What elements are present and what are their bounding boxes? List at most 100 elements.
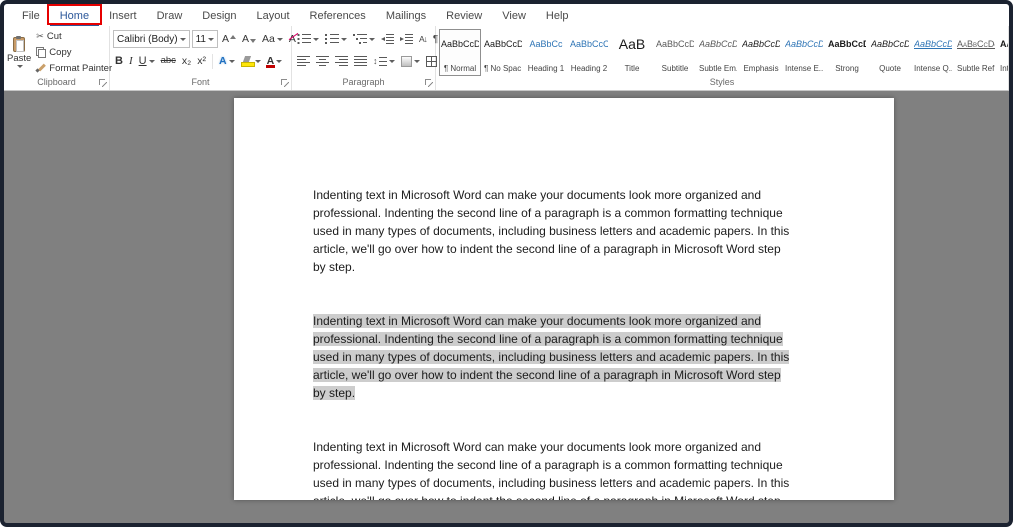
style-intense-reference[interactable]: AaBbCcDc Intense R... <box>998 29 1009 76</box>
style-preview: AaBbCcC <box>570 39 608 49</box>
line-spacing-button[interactable]: ↕ <box>371 56 397 67</box>
tab-insert[interactable]: Insert <box>99 7 147 26</box>
font-name-select[interactable]: Calibri (Body) <box>113 30 190 48</box>
superscript-icon: x² <box>197 54 206 67</box>
align-center-button[interactable] <box>314 55 331 67</box>
clipboard-dialog-launcher[interactable] <box>99 79 107 87</box>
tab-layout[interactable]: Layout <box>247 7 300 26</box>
style-name: Subtle Em... <box>699 64 737 73</box>
align-right-button[interactable] <box>333 55 350 67</box>
style-preview: AaBbCcDc <box>957 39 995 49</box>
style-title[interactable]: AaB Title <box>611 29 653 76</box>
italic-button[interactable]: I <box>127 55 135 68</box>
style-quote[interactable]: AaBbCcDc Quote <box>869 29 911 76</box>
clipboard-small-buttons: ✂ Cut Copy Format Painter <box>36 28 112 76</box>
italic-icon: I <box>128 54 133 67</box>
shading-button[interactable] <box>399 55 422 68</box>
document-page[interactable]: Indenting text in Microsoft Word can mak… <box>234 98 894 500</box>
subscript-button[interactable]: x₂ <box>180 55 193 68</box>
text-effects-icon: A <box>218 54 227 67</box>
tab-file[interactable]: File <box>12 7 50 26</box>
style-preview: AaBbCcD <box>656 39 694 49</box>
tab-review[interactable]: Review <box>436 7 492 26</box>
shrink-font-button[interactable]: A <box>240 33 258 46</box>
chevron-down-icon <box>388 59 395 63</box>
font-size-value: 11 <box>195 33 206 45</box>
highlighter-icon <box>240 56 255 67</box>
style-preview: AaBbCcDc <box>828 39 866 49</box>
tab-design[interactable]: Design <box>192 7 246 26</box>
cut-button[interactable]: ✂ Cut <box>36 30 112 43</box>
font-color-button[interactable]: A <box>265 55 285 68</box>
justify-button[interactable] <box>352 55 369 67</box>
underline-button[interactable]: U <box>137 55 157 68</box>
font-group: Calibri (Body) 11 A A Aa A B I U abc x₂ … <box>110 26 296 90</box>
text-highlight-button[interactable] <box>239 55 263 68</box>
strikethrough-icon: abc <box>160 55 176 67</box>
shading-icon <box>400 55 412 67</box>
paragraph-1-text: Indenting text in Microsoft Word can mak… <box>313 188 790 274</box>
paragraph-3-text: Indenting text in Microsoft Word can mak… <box>313 440 790 500</box>
style-strong[interactable]: AaBbCcDc Strong <box>826 29 868 76</box>
borders-icon <box>425 55 437 67</box>
copy-label: Copy <box>49 46 72 58</box>
style-heading-2[interactable]: AaBbCcC Heading 2 <box>568 29 610 76</box>
paragraph-3[interactable]: Indenting text in Microsoft Word can mak… <box>313 438 795 500</box>
style-name: Strong <box>835 64 859 73</box>
grow-font-button[interactable]: A <box>220 33 238 46</box>
style-emphasis[interactable]: AaBbCcDc Emphasis <box>740 29 782 76</box>
style-name: Heading 1 <box>527 64 565 73</box>
chevron-down-icon <box>148 59 155 63</box>
change-case-letters: Aa <box>262 32 275 45</box>
style-name: Intense R... <box>1000 64 1009 73</box>
sort-button[interactable]: A↓ <box>417 33 429 45</box>
tab-references[interactable]: References <box>300 7 376 26</box>
superscript-button[interactable]: x² <box>195 55 208 68</box>
document-canvas[interactable]: Indenting text in Microsoft Word can mak… <box>4 91 1009 523</box>
align-right-icon <box>335 56 348 66</box>
style-normal[interactable]: AaBbCcDc ¶ Normal <box>439 29 481 76</box>
font-size-select[interactable]: 11 <box>191 30 218 48</box>
line-spacing-arrow-icon: ↕ <box>373 55 378 66</box>
style-preview: AaBbCcDc <box>871 39 909 49</box>
text-effects-button[interactable]: A <box>217 55 237 68</box>
decrease-indent-button[interactable] <box>379 33 396 45</box>
arrow-down-icon <box>250 39 256 43</box>
tab-view[interactable]: View <box>492 7 536 26</box>
tab-help[interactable]: Help <box>536 7 579 26</box>
style-intense-emphasis[interactable]: AaBbCcDc Intense E... <box>783 29 825 76</box>
change-case-button[interactable]: Aa <box>260 33 285 46</box>
tab-mailings[interactable]: Mailings <box>376 7 436 26</box>
style-name: Intense Q... <box>914 64 952 73</box>
increase-indent-button[interactable] <box>398 33 415 45</box>
bold-icon: B <box>115 54 123 67</box>
align-left-button[interactable] <box>295 55 312 67</box>
style-no-spacing[interactable]: AaBbCcDc ¶ No Spac... <box>482 29 524 76</box>
tab-draw[interactable]: Draw <box>147 7 193 26</box>
multilevel-list-button[interactable] <box>351 33 377 45</box>
font-dialog-launcher[interactable] <box>281 79 289 87</box>
chevron-down-icon <box>313 37 319 41</box>
paragraph-dialog-launcher[interactable] <box>425 79 433 87</box>
style-subtitle[interactable]: AaBbCcD Subtitle <box>654 29 696 76</box>
style-name: Intense E... <box>785 64 823 73</box>
style-intense-quote[interactable]: AaBbCcDc Intense Q... <box>912 29 954 76</box>
paste-button[interactable]: Paste <box>7 28 31 76</box>
chevron-down-icon <box>276 37 283 41</box>
style-preview: AaBbCc <box>529 39 563 49</box>
style-heading-1[interactable]: AaBbCc Heading 1 <box>525 29 567 76</box>
styles-group: AaBbCcDc ¶ Normal AaBbCcDc ¶ No Spac... … <box>436 26 1009 90</box>
style-subtle-emphasis[interactable]: AaBbCcD Subtle Em... <box>697 29 739 76</box>
tab-home[interactable]: Home <box>46 4 103 26</box>
bullets-button[interactable] <box>295 33 321 45</box>
paintbrush-icon <box>36 63 46 73</box>
style-subtle-reference[interactable]: AaBbCcDc Subtle Ref... <box>955 29 997 76</box>
strikethrough-button[interactable]: abc <box>159 55 178 67</box>
paragraph-1[interactable]: Indenting text in Microsoft Word can mak… <box>313 186 795 276</box>
bold-button[interactable]: B <box>113 55 125 68</box>
style-preview: AaBbCcDc <box>742 39 780 49</box>
numbering-button[interactable] <box>323 33 349 45</box>
paragraph-2-selected[interactable]: Indenting text in Microsoft Word can mak… <box>313 312 795 402</box>
format-painter-button[interactable]: Format Painter <box>36 62 112 75</box>
copy-button[interactable]: Copy <box>36 46 112 59</box>
